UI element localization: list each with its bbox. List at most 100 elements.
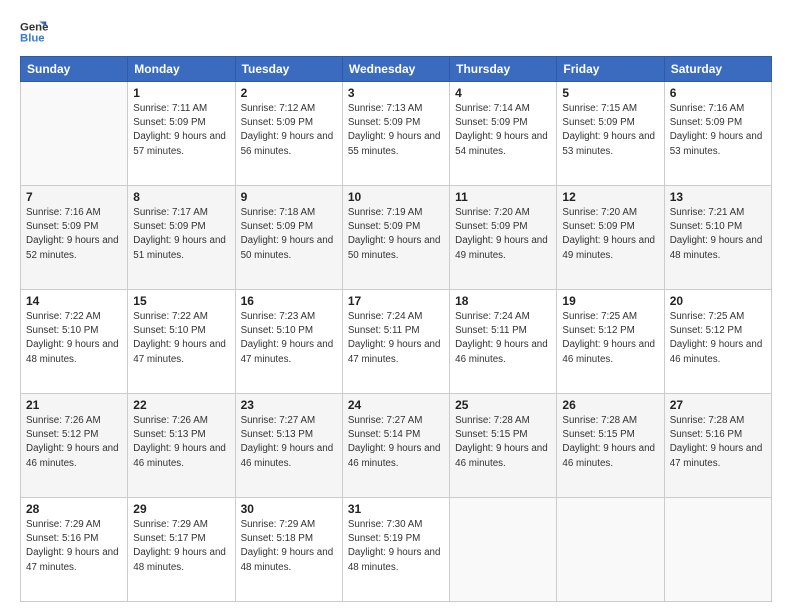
cell-sun-info: Sunrise: 7:28 AMSunset: 5:16 PMDaylight:… (670, 414, 766, 471)
calendar-cell: 13 Sunrise: 7:21 AMSunset: 5:10 PMDayligh… (664, 186, 771, 290)
cell-day-number: 2 (241, 86, 337, 100)
cell-day-number: 15 (133, 294, 229, 308)
cell-sun-info: Sunrise: 7:28 AMSunset: 5:15 PMDaylight:… (455, 414, 551, 471)
cell-sun-info: Sunrise: 7:23 AMSunset: 5:10 PMDaylight:… (241, 310, 337, 367)
cell-sun-info: Sunrise: 7:29 AMSunset: 5:17 PMDaylight:… (133, 518, 229, 575)
cell-sun-info: Sunrise: 7:26 AMSunset: 5:12 PMDaylight:… (26, 414, 122, 471)
cell-day-number: 27 (670, 398, 766, 412)
calendar-cell: 18 Sunrise: 7:24 AMSunset: 5:11 PMDayligh… (450, 290, 557, 394)
cell-day-number: 19 (562, 294, 658, 308)
cell-day-number: 17 (348, 294, 444, 308)
calendar-cell: 24 Sunrise: 7:27 AMSunset: 5:14 PMDayligh… (342, 394, 449, 498)
calendar-cell: 21Sunrise: 7:26 AMSunset: 5:12 PMDayligh… (21, 394, 128, 498)
cell-sun-info: Sunrise: 7:22 AMSunset: 5:10 PMDaylight:… (133, 310, 229, 367)
calendar-cell (664, 498, 771, 602)
calendar-cell: 11 Sunrise: 7:20 AMSunset: 5:09 PMDayligh… (450, 186, 557, 290)
cell-sun-info: Sunrise: 7:24 AMSunset: 5:11 PMDaylight:… (455, 310, 551, 367)
cell-sun-info: Sunrise: 7:17 AMSunset: 5:09 PMDaylight:… (133, 206, 229, 263)
weekday-header: Thursday (450, 57, 557, 82)
cell-sun-info: Sunrise: 7:24 AMSunset: 5:11 PMDaylight:… (348, 310, 444, 367)
calendar-cell (557, 498, 664, 602)
cell-day-number: 6 (670, 86, 766, 100)
calendar-cell: 8Sunrise: 7:17 AMSunset: 5:09 PMDaylight… (128, 186, 235, 290)
header: General Blue (20, 18, 772, 46)
cell-sun-info: Sunrise: 7:25 AMSunset: 5:12 PMDaylight:… (562, 310, 658, 367)
calendar-cell: 25 Sunrise: 7:28 AMSunset: 5:15 PMDayligh… (450, 394, 557, 498)
calendar-header: SundayMondayTuesdayWednesdayThursdayFrid… (21, 57, 772, 82)
cell-sun-info: Sunrise: 7:28 AMSunset: 5:15 PMDaylight:… (562, 414, 658, 471)
cell-day-number: 9 (241, 190, 337, 204)
calendar-cell: 3 Sunrise: 7:13 AMSunset: 5:09 PMDaylight… (342, 82, 449, 186)
cell-day-number: 5 (562, 86, 658, 100)
calendar-cell: 23 Sunrise: 7:27 AMSunset: 5:13 PMDayligh… (235, 394, 342, 498)
cell-sun-info: Sunrise: 7:13 AMSunset: 5:09 PMDaylight:… (348, 102, 444, 159)
calendar-cell: 26 Sunrise: 7:28 AMSunset: 5:15 PMDayligh… (557, 394, 664, 498)
cell-day-number: 29 (133, 502, 229, 516)
page: General Blue SundayMondayTuesdayWednesda… (0, 0, 792, 612)
cell-day-number: 25 (455, 398, 551, 412)
calendar-cell: 9 Sunrise: 7:18 AMSunset: 5:09 PMDaylight… (235, 186, 342, 290)
cell-day-number: 18 (455, 294, 551, 308)
cell-day-number: 31 (348, 502, 444, 516)
cell-day-number: 7 (26, 190, 122, 204)
cell-sun-info: Sunrise: 7:16 AMSunset: 5:09 PMDaylight:… (26, 206, 122, 263)
cell-sun-info: Sunrise: 7:12 AMSunset: 5:09 PMDaylight:… (241, 102, 337, 159)
cell-day-number: 14 (26, 294, 122, 308)
cell-sun-info: Sunrise: 7:20 AMSunset: 5:09 PMDaylight:… (455, 206, 551, 263)
cell-day-number: 22 (133, 398, 229, 412)
cell-sun-info: Sunrise: 7:21 AMSunset: 5:10 PMDaylight:… (670, 206, 766, 263)
calendar-week-row: 1 Sunrise: 7:11 AMSunset: 5:09 PMDaylight… (21, 82, 772, 186)
calendar-cell: 16 Sunrise: 7:23 AMSunset: 5:10 PMDayligh… (235, 290, 342, 394)
calendar-cell (21, 82, 128, 186)
calendar-week-row: 7 Sunrise: 7:16 AMSunset: 5:09 PMDaylight… (21, 186, 772, 290)
cell-sun-info: Sunrise: 7:18 AMSunset: 5:09 PMDaylight:… (241, 206, 337, 263)
calendar-cell (450, 498, 557, 602)
cell-day-number: 26 (562, 398, 658, 412)
weekday-header: Sunday (21, 57, 128, 82)
svg-text:Blue: Blue (20, 33, 45, 45)
weekday-header: Monday (128, 57, 235, 82)
cell-day-number: 23 (241, 398, 337, 412)
logo-icon: General Blue (20, 18, 48, 46)
calendar-cell: 15 Sunrise: 7:22 AMSunset: 5:10 PMDayligh… (128, 290, 235, 394)
cell-day-number: 16 (241, 294, 337, 308)
cell-day-number: 24 (348, 398, 444, 412)
calendar-cell: 29 Sunrise: 7:29 AMSunset: 5:17 PMDayligh… (128, 498, 235, 602)
cell-day-number: 30 (241, 502, 337, 516)
calendar-cell: 31Sunrise: 7:30 AMSunset: 5:19 PMDayligh… (342, 498, 449, 602)
cell-sun-info: Sunrise: 7:26 AMSunset: 5:13 PMDaylight:… (133, 414, 229, 471)
cell-day-number: 1 (133, 86, 229, 100)
calendar-cell: 27 Sunrise: 7:28 AMSunset: 5:16 PMDayligh… (664, 394, 771, 498)
calendar-week-row: 21Sunrise: 7:26 AMSunset: 5:12 PMDayligh… (21, 394, 772, 498)
cell-sun-info: Sunrise: 7:11 AMSunset: 5:09 PMDaylight:… (133, 102, 229, 159)
calendar-cell: 12Sunrise: 7:20 AMSunset: 5:09 PMDayligh… (557, 186, 664, 290)
cell-day-number: 28 (26, 502, 122, 516)
calendar-cell: 22 Sunrise: 7:26 AMSunset: 5:13 PMDayligh… (128, 394, 235, 498)
weekday-header: Tuesday (235, 57, 342, 82)
weekday-header: Wednesday (342, 57, 449, 82)
cell-sun-info: Sunrise: 7:14 AMSunset: 5:09 PMDaylight:… (455, 102, 551, 159)
calendar-cell: 20Sunrise: 7:25 AMSunset: 5:12 PMDayligh… (664, 290, 771, 394)
calendar-cell: 30 Sunrise: 7:29 AMSunset: 5:18 PMDayligh… (235, 498, 342, 602)
cell-day-number: 3 (348, 86, 444, 100)
logo: General Blue (20, 18, 52, 46)
cell-sun-info: Sunrise: 7:19 AMSunset: 5:09 PMDaylight:… (348, 206, 444, 263)
cell-day-number: 13 (670, 190, 766, 204)
cell-sun-info: Sunrise: 7:27 AMSunset: 5:14 PMDaylight:… (348, 414, 444, 471)
weekday-header: Saturday (664, 57, 771, 82)
cell-sun-info: Sunrise: 7:29 AMSunset: 5:18 PMDaylight:… (241, 518, 337, 575)
calendar-cell: 14 Sunrise: 7:22 AMSunset: 5:10 PMDayligh… (21, 290, 128, 394)
cell-day-number: 20 (670, 294, 766, 308)
calendar-cell: 17 Sunrise: 7:24 AMSunset: 5:11 PMDayligh… (342, 290, 449, 394)
calendar-cell: 7 Sunrise: 7:16 AMSunset: 5:09 PMDaylight… (21, 186, 128, 290)
calendar-cell: 28Sunrise: 7:29 AMSunset: 5:16 PMDayligh… (21, 498, 128, 602)
calendar-cell: 6 Sunrise: 7:16 AMSunset: 5:09 PMDaylight… (664, 82, 771, 186)
calendar-cell: 10Sunrise: 7:19 AMSunset: 5:09 PMDayligh… (342, 186, 449, 290)
cell-sun-info: Sunrise: 7:16 AMSunset: 5:09 PMDaylight:… (670, 102, 766, 159)
cell-sun-info: Sunrise: 7:22 AMSunset: 5:10 PMDaylight:… (26, 310, 122, 367)
cell-day-number: 11 (455, 190, 551, 204)
cell-sun-info: Sunrise: 7:27 AMSunset: 5:13 PMDaylight:… (241, 414, 337, 471)
cell-day-number: 4 (455, 86, 551, 100)
weekday-row: SundayMondayTuesdayWednesdayThursdayFrid… (21, 57, 772, 82)
calendar-body: 1 Sunrise: 7:11 AMSunset: 5:09 PMDaylight… (21, 82, 772, 602)
